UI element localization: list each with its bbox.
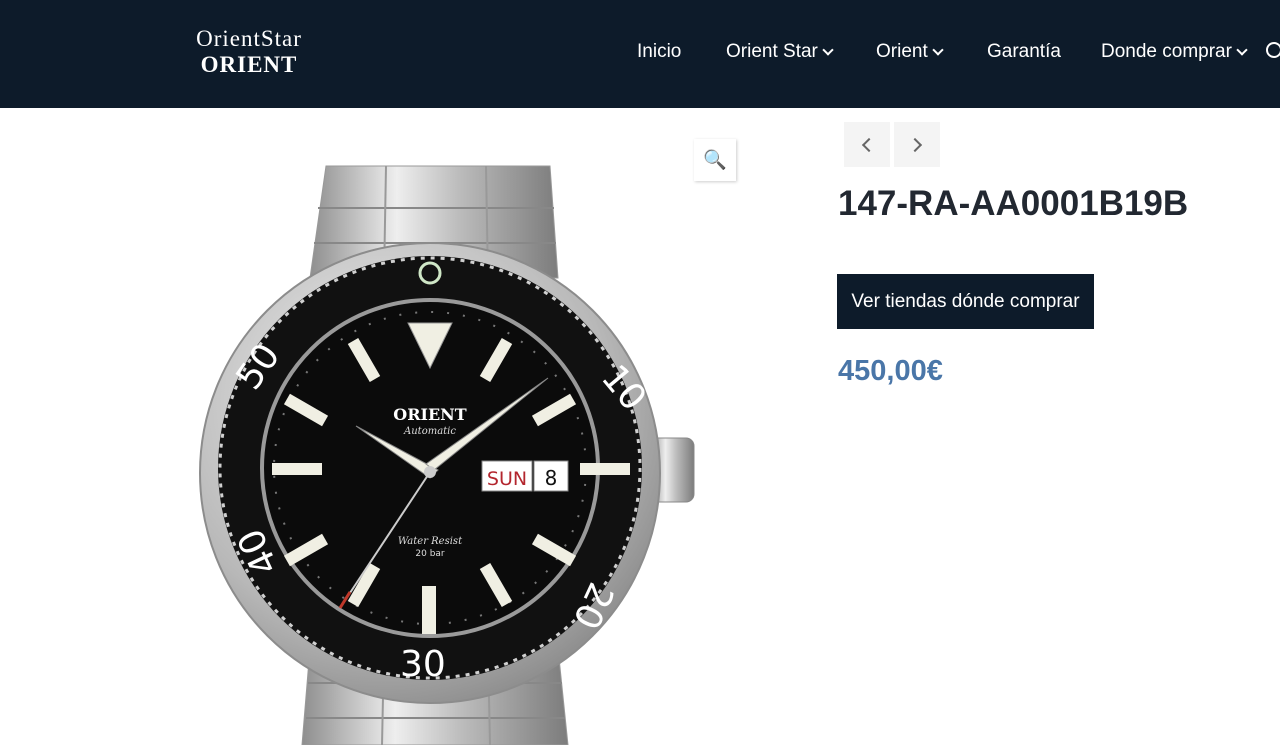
- zoom-button[interactable]: 🔍: [694, 139, 736, 181]
- nav-label: Garantía: [987, 41, 1061, 62]
- center-pin: [424, 466, 436, 478]
- product-title: 147-RA-AA0001B19B: [838, 184, 1189, 223]
- date-text: 8: [545, 466, 558, 490]
- find-stores-button[interactable]: Ver tiendas dónde comprar: [837, 274, 1094, 329]
- nav-orient[interactable]: Orient: [876, 40, 944, 64]
- chevron-down-icon: [822, 43, 834, 56]
- day-text: SUN: [487, 468, 527, 490]
- nav-inicio[interactable]: Inicio: [637, 40, 681, 64]
- nav-label: Orient: [876, 41, 928, 62]
- chevron-down-icon: [932, 43, 944, 56]
- nav-label: Orient Star: [726, 41, 818, 62]
- chevron-right-icon: [907, 137, 923, 152]
- chevron-down-icon: [1236, 43, 1248, 56]
- chevron-left-icon: [861, 137, 877, 152]
- search-icon[interactable]: [1266, 42, 1280, 58]
- product-image: 10 20 30 40 50 ORIENT Automatic Water Re…: [160, 108, 750, 745]
- nav-garantia[interactable]: Garantía: [987, 40, 1061, 64]
- logo-orient: ORIENT: [200, 52, 298, 77]
- nav-orient-star[interactable]: Orient Star: [726, 40, 834, 64]
- dial-depth: 20 bar: [415, 549, 445, 559]
- nav-donde-comprar[interactable]: Donde comprar: [1101, 40, 1248, 64]
- dial-marker: [422, 586, 436, 634]
- magnifier-icon: 🔍: [703, 150, 727, 171]
- dial-marker: [580, 463, 630, 475]
- site-header: OrientStar ORIENT Inicio Orient Star Ori…: [0, 0, 1280, 108]
- prev-product-button[interactable]: [844, 122, 890, 167]
- next-product-button[interactable]: [894, 122, 940, 167]
- product-price: 450,00€: [838, 355, 943, 387]
- brand-logo[interactable]: OrientStar ORIENT: [166, 26, 332, 80]
- nav-label: Inicio: [637, 41, 682, 62]
- logo-orient-star: OrientStar: [196, 26, 302, 51]
- bezel-number: 30: [400, 644, 446, 685]
- watch-illustration: 10 20 30 40 50 ORIENT Automatic Water Re…: [199, 165, 695, 745]
- dial-water-resist: Water Resist: [398, 536, 463, 547]
- dial-brand: ORIENT: [393, 405, 467, 424]
- dial-subtitle: Automatic: [403, 426, 456, 437]
- dial-marker: [272, 463, 322, 475]
- nav-label: Donde comprar: [1101, 41, 1232, 62]
